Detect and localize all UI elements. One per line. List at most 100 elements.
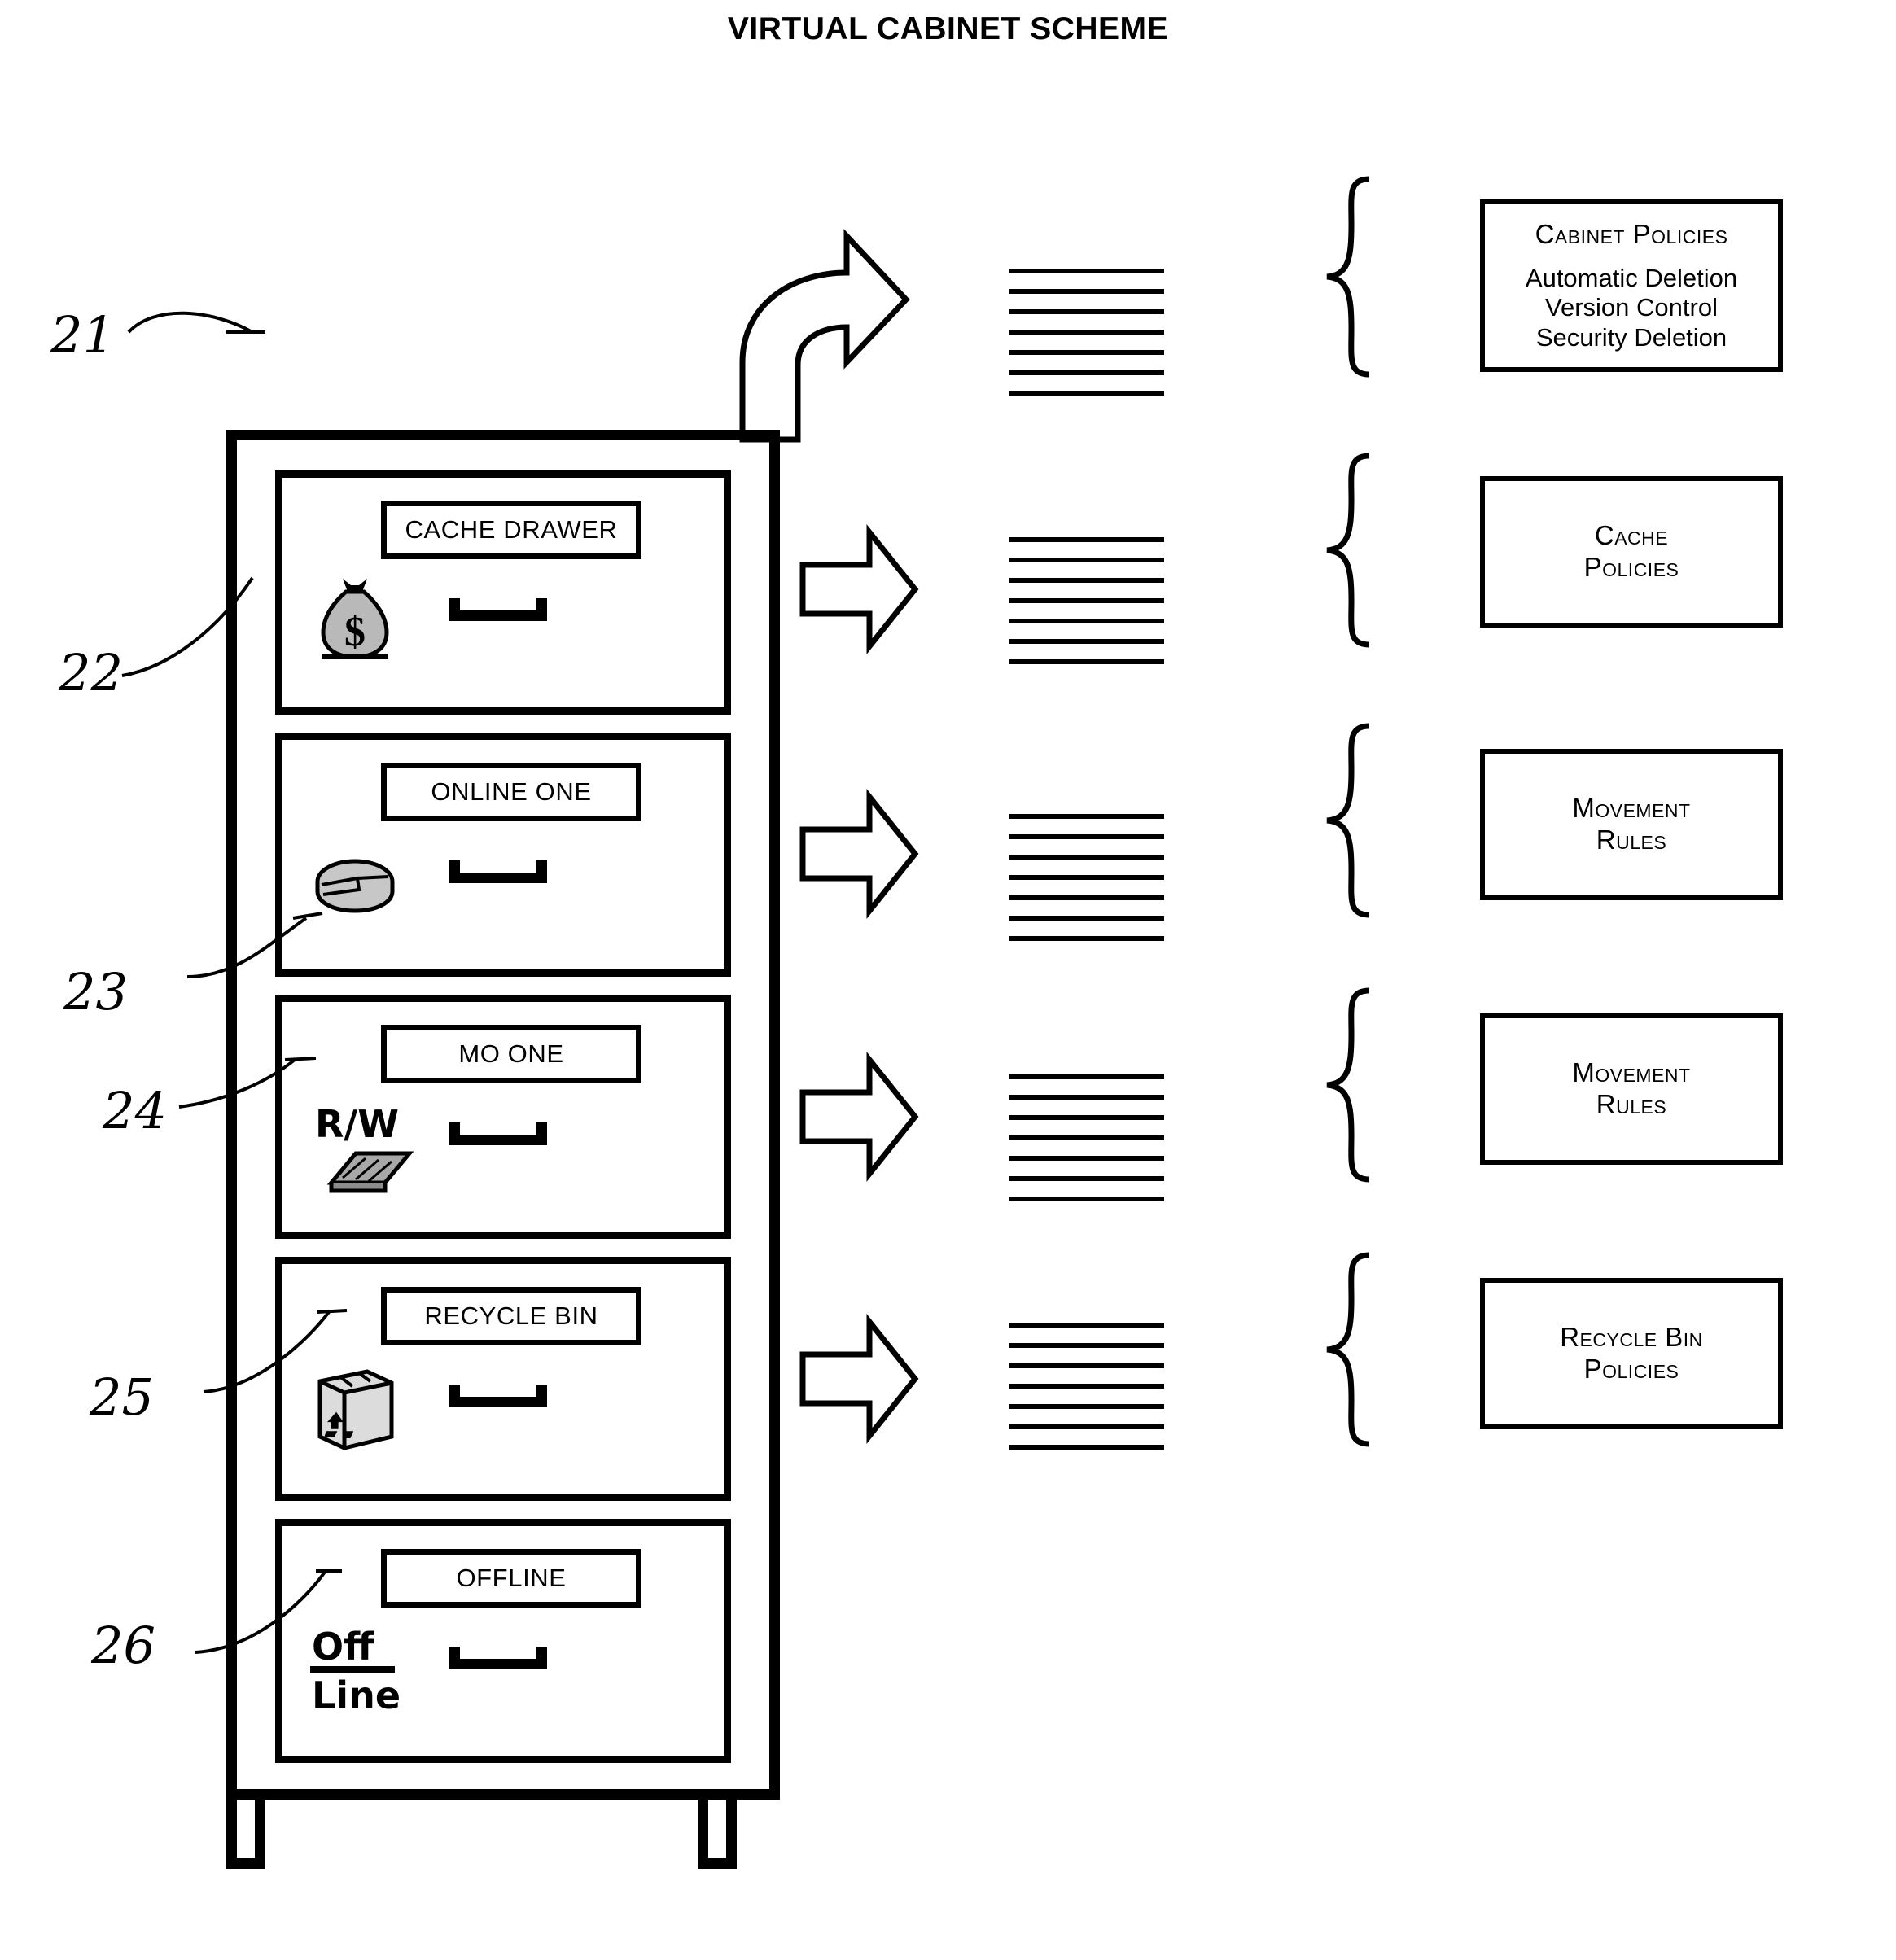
- document-line: [1009, 1363, 1164, 1368]
- policy-box-movement-rules-mo[interactable]: Movement Rules: [1480, 1013, 1783, 1165]
- document-lines-cache: [1009, 537, 1164, 664]
- document-line: [1009, 330, 1164, 335]
- drawer-label-cache: CACHE DRAWER: [405, 515, 618, 544]
- document-line: [1009, 1176, 1164, 1181]
- document-line: [1009, 309, 1164, 314]
- document-line: [1009, 1343, 1164, 1348]
- policy-box-movement-rules-online[interactable]: Movement Rules: [1480, 749, 1783, 900]
- document-line: [1009, 1095, 1164, 1100]
- handle-bottom-bar: [449, 610, 547, 621]
- leader-line-26: [195, 1569, 342, 1654]
- document-line: [1009, 1445, 1164, 1450]
- rw-optical-disc-icon: R/W: [310, 1100, 416, 1193]
- document-line: [1009, 875, 1164, 880]
- drawer-label-box-recycle-bin: RECYCLE BIN: [381, 1287, 641, 1345]
- handle-bottom-bar: [449, 1659, 547, 1669]
- drawer-online-one[interactable]: ONLINE ONE: [275, 733, 731, 977]
- drawer-offline[interactable]: OFFLINE Off Line: [275, 1519, 731, 1763]
- cabinet-leg-left: [226, 1800, 265, 1869]
- document-line: [1009, 350, 1164, 355]
- curved-block-arrow-right: [739, 229, 910, 443]
- document-lines-mo-one: [1009, 1074, 1164, 1201]
- document-line: [1009, 1156, 1164, 1161]
- policy-title-movement-rules-online: Movement Rules: [1572, 793, 1691, 855]
- drawer-label-box-mo-one: MO ONE: [381, 1025, 641, 1083]
- document-line: [1009, 1424, 1164, 1429]
- document-lines-recycle-bin: [1009, 1323, 1164, 1450]
- leader-line-23: [186, 912, 323, 978]
- block-arrow-right-recycle-bin: [799, 1314, 919, 1444]
- document-line: [1009, 936, 1164, 941]
- drawer-handle-mo-one[interactable]: [449, 1122, 547, 1145]
- curly-brace-cabinet: [1326, 176, 1370, 378]
- figure-title: VIRTUAL CABINET SCHEME: [727, 11, 1169, 46]
- policy-title-cache: Cache Policies: [1583, 520, 1679, 582]
- reference-numeral-23: 23: [63, 962, 128, 1022]
- drawer-handle-cache[interactable]: [449, 598, 547, 621]
- document-line: [1009, 639, 1164, 644]
- drawer-handle-recycle-bin[interactable]: [449, 1385, 547, 1407]
- document-line: [1009, 578, 1164, 583]
- drawer-mo-one[interactable]: MO ONE R/W: [275, 995, 731, 1239]
- policy-box-cabinet[interactable]: Cabinet Policies Automatic Deletion Vers…: [1480, 199, 1783, 372]
- document-line: [1009, 558, 1164, 562]
- document-line: [1009, 1323, 1164, 1328]
- policy-title-cabinet: Cabinet Policies: [1535, 218, 1728, 249]
- drawer-handle-offline[interactable]: [449, 1647, 547, 1669]
- curly-brace-online-one: [1326, 723, 1370, 918]
- svg-text:$: $: [344, 609, 366, 655]
- curly-brace-recycle-bin: [1326, 1252, 1370, 1447]
- document-line: [1009, 659, 1164, 664]
- leader-line-21: [127, 311, 265, 334]
- drawer-cache[interactable]: CACHE DRAWER $: [275, 470, 731, 715]
- policy-details-cabinet: Automatic Deletion Version Control Secur…: [1525, 263, 1738, 352]
- document-line: [1009, 814, 1164, 819]
- document-line: [1009, 391, 1164, 396]
- off-line-icon-text-bottom: Line: [312, 1673, 401, 1717]
- leader-line-25: [203, 1309, 348, 1393]
- reference-numeral-26: 26: [91, 1616, 155, 1675]
- drawer-label-box-online-one: ONLINE ONE: [381, 763, 641, 821]
- document-line: [1009, 537, 1164, 542]
- drawer-label-online-one: ONLINE ONE: [431, 777, 592, 806]
- reference-numeral-25: 25: [90, 1367, 154, 1427]
- document-line: [1009, 855, 1164, 860]
- leader-line-22: [121, 576, 254, 677]
- document-line: [1009, 269, 1164, 273]
- document-lines-online-one: [1009, 814, 1164, 941]
- drawer-handle-online-one[interactable]: [449, 860, 547, 883]
- drawer-label-mo-one: MO ONE: [458, 1039, 564, 1068]
- document-line: [1009, 1074, 1164, 1079]
- leader-line-24: [178, 1057, 317, 1109]
- document-line: [1009, 598, 1164, 603]
- policy-box-cache[interactable]: Cache Policies: [1480, 476, 1783, 628]
- document-lines-cabinet: [1009, 269, 1164, 396]
- drawer-label-box-offline: OFFLINE: [381, 1549, 641, 1608]
- drawer-label-box-cache: CACHE DRAWER: [381, 501, 641, 559]
- handle-bottom-bar: [449, 873, 547, 883]
- document-line: [1009, 1115, 1164, 1120]
- block-arrow-right-cache: [799, 524, 919, 654]
- handle-bottom-bar: [449, 1135, 547, 1145]
- rw-icon-text: R/W: [315, 1102, 399, 1146]
- block-arrow-right-mo-one: [799, 1052, 919, 1182]
- drawer-label-recycle-bin: RECYCLE BIN: [424, 1302, 598, 1330]
- document-line: [1009, 1197, 1164, 1201]
- document-line: [1009, 1384, 1164, 1389]
- document-line: [1009, 289, 1164, 294]
- document-line: [1009, 370, 1164, 375]
- curly-brace-cache: [1326, 453, 1370, 648]
- handle-bottom-bar: [449, 1397, 547, 1407]
- reference-numeral-24: 24: [103, 1081, 167, 1140]
- drawer-label-offline: OFFLINE: [456, 1564, 567, 1592]
- document-line: [1009, 895, 1164, 900]
- policy-title-movement-rules-mo: Movement Rules: [1572, 1057, 1691, 1119]
- curly-brace-mo-one: [1326, 987, 1370, 1183]
- document-line: [1009, 1135, 1164, 1140]
- document-line: [1009, 834, 1164, 839]
- policy-box-recycle-bin[interactable]: Recycle Bin Policies: [1480, 1278, 1783, 1429]
- document-line: [1009, 1404, 1164, 1409]
- reference-numeral-21: 21: [50, 305, 115, 365]
- money-bag-icon: $: [310, 574, 400, 663]
- document-line: [1009, 619, 1164, 623]
